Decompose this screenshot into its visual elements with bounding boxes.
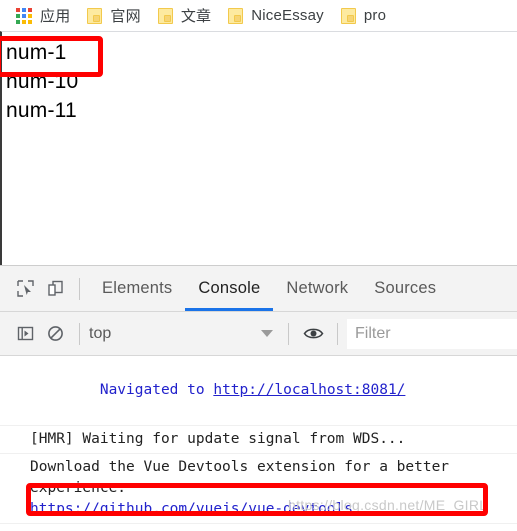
list-item: num-11 — [6, 99, 77, 122]
bookmark-apps[interactable]: 应用 — [16, 5, 70, 26]
apps-grid-icon — [16, 7, 32, 24]
folder-icon — [340, 7, 356, 24]
console-message-expression: this.list ▶(3) [9, 10, 11, __ob__: Obser… — [0, 524, 517, 531]
vue-devtools-text: Download the Vue Devtools extension for … — [30, 459, 458, 496]
toolbar-divider — [337, 322, 338, 345]
console-context-value: top — [89, 324, 112, 342]
console-context-selector[interactable]: top — [89, 325, 279, 343]
folder-icon — [87, 7, 103, 24]
bookmark-item-label: NiceEssay — [251, 7, 324, 24]
browser-window: 应用 官网 文章 NiceEssay pro num-1 num-10 num-… — [0, 0, 517, 531]
toolbar-divider — [288, 322, 289, 345]
bookmarks-bar: 应用 官网 文章 NiceEssay pro — [0, 0, 517, 31]
bookmark-apps-label: 应用 — [40, 8, 71, 25]
inspect-element-icon[interactable] — [10, 274, 40, 304]
console-sidebar-icon[interactable] — [10, 319, 40, 349]
vue-devtools-link[interactable]: https://github.com/vuejs/vue-devtools — [30, 501, 353, 517]
tab-elements[interactable]: Elements — [89, 266, 185, 311]
console-output[interactable]: Navigated to http://localhost:8081/ [HMR… — [0, 356, 517, 531]
toolbar-divider — [79, 277, 80, 300]
bookmark-item-1[interactable]: 文章 — [157, 5, 212, 26]
console-filter-bar: top — [0, 312, 517, 356]
tab-network[interactable]: Network — [273, 266, 361, 311]
devtools-panel: Elements Console Network Sources top Fil… — [0, 265, 517, 531]
devtools-tabbar: Elements Console Network Sources — [0, 266, 517, 312]
toolbar-divider — [79, 322, 80, 345]
folder-icon — [228, 7, 244, 24]
list-item: num-1 — [6, 41, 67, 64]
navigation-link[interactable]: http://localhost:8081/ — [213, 382, 405, 398]
clear-console-icon[interactable] — [40, 319, 70, 349]
device-toolbar-icon[interactable] — [40, 274, 70, 304]
tab-sources[interactable]: Sources — [361, 266, 449, 311]
console-message-hmr: [HMR] Waiting for update signal from WDS… — [0, 426, 517, 454]
num-list: num-1 num-10 num-11 — [2, 32, 517, 125]
bookmark-item-label: 官网 — [110, 8, 141, 25]
chevron-down-icon — [261, 330, 273, 337]
live-expression-eye-icon[interactable] — [298, 319, 328, 349]
list-item: num-10 — [6, 70, 79, 93]
navigation-prefix: Navigated to — [99, 382, 214, 398]
bookmark-item-label: pro — [363, 7, 387, 24]
console-message-vue-devtools: Download the Vue Devtools extension for … — [0, 454, 517, 524]
bookmark-item-2[interactable]: NiceEssay — [228, 7, 324, 24]
tab-console[interactable]: Console — [185, 266, 273, 311]
bookmark-item-label: 文章 — [180, 8, 212, 25]
page-viewport: num-1 num-10 num-11 — [0, 31, 517, 265]
console-filter-input[interactable] — [347, 318, 517, 349]
console-message-navigation: Navigated to http://localhost:8081/ — [0, 356, 517, 426]
folder-icon — [157, 7, 173, 24]
bookmark-item-3[interactable]: pro — [340, 7, 387, 24]
bookmark-item-0[interactable]: 官网 — [87, 5, 141, 26]
